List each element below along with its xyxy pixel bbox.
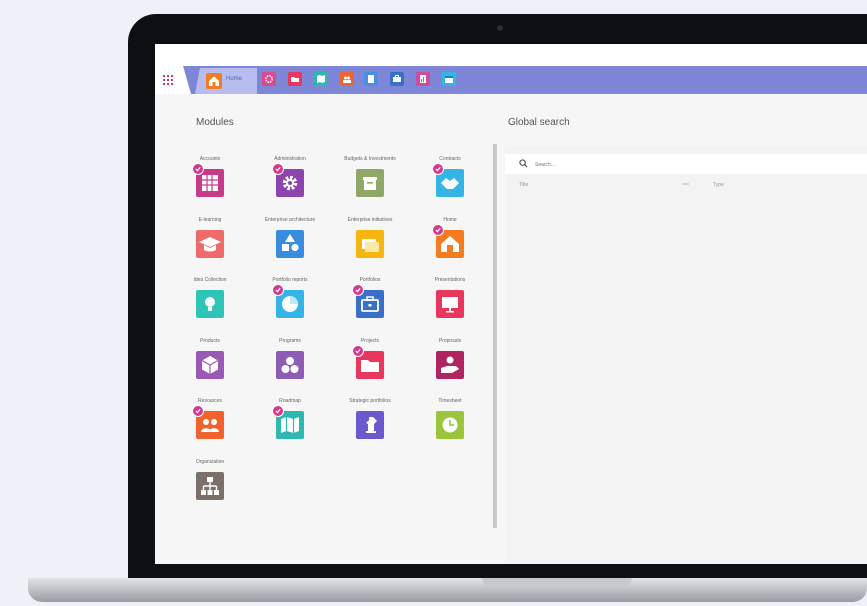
global-search-heading: Global search [508,117,570,128]
global-search-panel: Title Type [505,146,867,564]
module-label: Timesheet [438,398,462,404]
circles-icon [276,350,304,379]
folders-icon [356,229,384,258]
module-label: Administration [274,156,306,162]
module-tile[interactable]: Products [170,338,250,398]
tab-people-icon[interactable] [340,72,354,86]
check-icon [352,284,364,296]
panel-divider[interactable] [493,144,497,528]
tab-briefcase-icon[interactable] [390,72,404,86]
shapes-icon [276,229,304,258]
module-label: Budgets & Investments [344,156,396,162]
module-label: Resources [198,398,222,404]
check-icon [192,163,204,175]
module-label: Projects [360,337,380,344]
modules-heading: Modules [196,117,234,128]
module-tile[interactable]: Enterprise architecture [250,217,330,277]
tab-chart-icon[interactable] [416,72,430,86]
module-label: Organization [195,458,225,465]
module-tab-bar: Home [155,66,867,94]
check-icon [432,163,444,175]
tab-gear-icon[interactable] [262,72,276,86]
module-tile[interactable]: Projects [330,338,410,398]
tab-folder-icon[interactable] [288,72,302,86]
module-tile[interactable]: Organization [170,459,250,519]
module-label: Strategic portfolios [349,398,391,404]
box-icon [356,169,384,197]
tab-home-label: Home [226,76,243,82]
app-screen: Home Modules Global search Accounts Admin… [155,44,867,564]
module-label: Roadmap [279,398,301,404]
screen-icon [436,290,464,318]
browser-bar [155,44,867,66]
module-tile[interactable]: Strategic portfolios [330,398,410,458]
column-header-title[interactable]: Title [519,182,528,188]
app-launcher-button[interactable] [155,66,191,94]
orgchart-icon [196,471,224,500]
module-tile[interactable]: Enterprise initiatives [330,217,410,277]
laptop-base [28,578,867,602]
module-tile[interactable]: Portfolios [330,277,410,337]
clock-icon [436,411,464,439]
module-tile[interactable]: Proposals [410,338,490,398]
sort-arrow-icon[interactable] [682,181,690,187]
module-label: Presentations [434,277,466,283]
module-label: Home [443,216,457,223]
webcam [497,25,503,31]
module-tile[interactable]: Timesheet [410,398,490,458]
module-tile[interactable]: Home [410,217,490,277]
check-icon [272,405,284,417]
module-tile[interactable]: Budgets & Investments [330,156,410,216]
hand-icon [436,350,464,379]
module-tile[interactable]: Resources [170,398,250,458]
cube-icon [196,350,224,379]
module-tile[interactable]: Idea Collection [170,277,250,337]
check-icon [272,284,284,296]
column-header-type[interactable]: Type [713,182,724,188]
module-label: Proposals [438,337,462,344]
check-icon [352,344,364,357]
tab-calendar-icon[interactable] [442,72,456,86]
chess-icon [356,411,384,439]
tab-book-icon[interactable] [364,72,378,86]
module-tile[interactable]: Portfolio reports [250,277,330,337]
module-tile[interactable]: E-learning [170,217,250,277]
module-tile[interactable]: Programs [250,338,330,398]
module-label: Enterprise initiatives [347,216,393,223]
module-label: Portfolio reports [272,277,308,283]
bulb-icon [196,290,224,318]
module-tile[interactable]: Accounts [170,156,250,216]
module-label: Accounts [199,156,221,162]
search-box [505,154,867,174]
module-tile[interactable]: Presentations [410,277,490,337]
laptop-notch [482,578,632,586]
module-label: Enterprise architecture [264,216,316,223]
home-icon [206,73,222,89]
check-icon [192,405,204,417]
apps-grid-icon [163,75,173,85]
module-label: E-learning [198,216,222,223]
module-tile[interactable]: Administration [250,156,330,216]
graduation-icon [196,229,224,258]
search-input[interactable] [533,157,837,173]
module-label: Products [200,337,220,344]
module-tile[interactable]: Contracts [410,156,490,216]
check-icon [432,223,444,236]
tab-home[interactable]: Home [195,68,257,94]
module-label: Programs [279,337,301,344]
module-tile[interactable]: Roadmap [250,398,330,458]
check-icon [272,163,284,175]
search-icon [519,159,528,168]
tab-map-icon[interactable] [314,72,328,86]
module-label: Contracts [439,156,461,162]
module-label: Portfolios [359,277,381,283]
module-label: Idea Collection [193,277,227,283]
